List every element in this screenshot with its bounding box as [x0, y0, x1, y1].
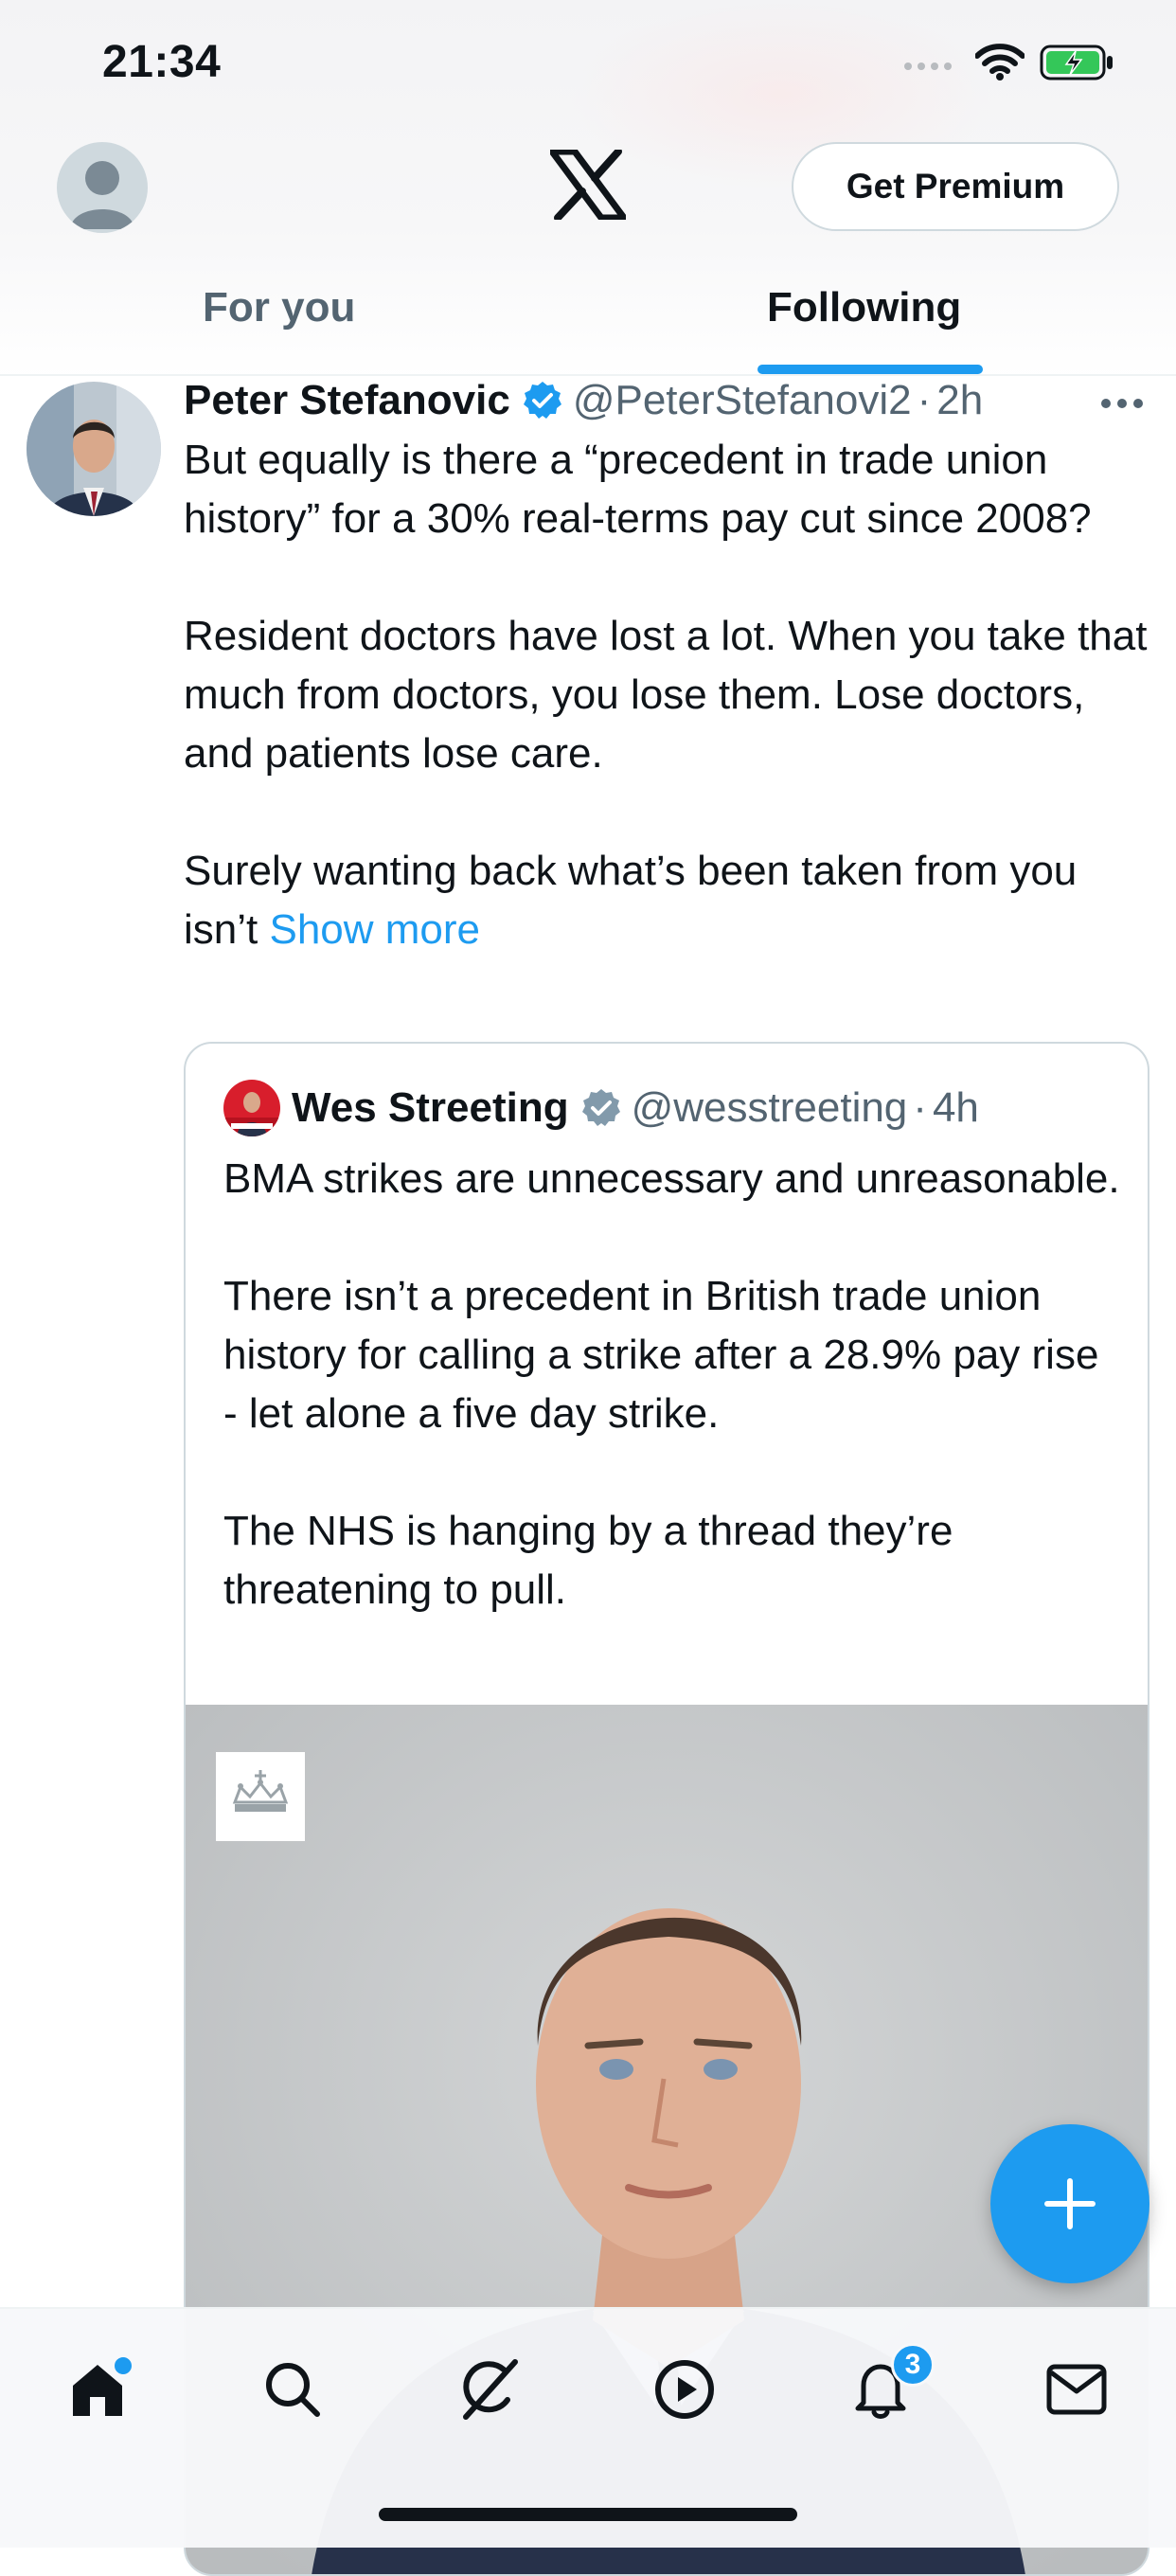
tweet-paragraph: Surely wanting back what’s been taken fr…: [184, 842, 1159, 959]
grok-icon: [463, 2359, 518, 2420]
author-handle[interactable]: @PeterStefanovi2: [573, 377, 912, 424]
nav-notifications-button[interactable]: 3: [838, 2343, 935, 2432]
default-avatar-icon: [70, 161, 134, 229]
status-time: 21:34: [102, 37, 222, 87]
verified-badge-icon: [522, 380, 563, 421]
notifications-badge: 3: [891, 2343, 935, 2387]
search-icon: [266, 2363, 320, 2417]
quoted-tweet-time: 4h: [932, 1084, 979, 1131]
compose-post-button[interactable]: [990, 2124, 1149, 2283]
wifi-icon: [975, 44, 1025, 80]
quoted-author-avatar[interactable]: [223, 1080, 280, 1136]
more-options-icon[interactable]: [1100, 398, 1144, 409]
show-more-link[interactable]: Show more: [269, 906, 480, 953]
plus-icon: [1044, 2178, 1096, 2229]
tweet-text[interactable]: But equally is there a “precedent in tra…: [184, 431, 1159, 959]
messages-icon: [1046, 2364, 1107, 2415]
get-premium-button[interactable]: Get Premium: [792, 142, 1119, 231]
meta-separator: ·: [917, 377, 932, 423]
tab-selected-indicator: [757, 365, 983, 374]
quoted-paragraph: BMA strikes are unnecessary and unreason…: [223, 1155, 1120, 1202]
tweet-paragraph: But equally is there a “precedent in tra…: [184, 437, 1092, 542]
tab-following[interactable]: Following: [767, 284, 961, 331]
author-avatar[interactable]: [27, 382, 161, 516]
quoted-paragraph: There isn’t a precedent in British trade…: [223, 1273, 1099, 1437]
x-logo-icon[interactable]: [550, 150, 626, 220]
home-indicator: [379, 2508, 797, 2521]
tweet-time[interactable]: 2h: [936, 377, 983, 424]
nav-search-button[interactable]: [250, 2347, 335, 2432]
quoted-tweet-header: Wes Streeting @wesstreeting · 4h: [223, 1080, 979, 1136]
tweet-header: Peter Stefanovic @PeterStefanovi2 · 2h: [184, 377, 983, 424]
meta-separator: ·: [913, 1084, 927, 1131]
quoted-author-handle[interactable]: @wesstreeting: [632, 1084, 908, 1132]
unread-dot: [112, 2354, 134, 2377]
government-crest-logo: [216, 1752, 305, 1841]
cellular-signal-icon: [904, 63, 952, 70]
quoted-author-name[interactable]: Wes Streeting: [292, 1084, 569, 1132]
government-verified-badge-icon: [580, 1087, 622, 1129]
video-icon: [655, 2360, 714, 2419]
tweet-paragraph: Resident doctors have lost a lot. When y…: [184, 613, 1148, 777]
tab-for-you[interactable]: For you: [203, 284, 355, 331]
divider: [0, 374, 1176, 376]
battery-icon: [1040, 45, 1113, 80]
author-name[interactable]: Peter Stefanovic: [184, 377, 510, 424]
nav-home-button[interactable]: [55, 2347, 140, 2432]
profile-avatar-button[interactable]: [57, 142, 148, 233]
quoted-tweet-text: BMA strikes are unnecessary and unreason…: [223, 1150, 1123, 1678]
nav-video-button[interactable]: [642, 2347, 727, 2432]
quoted-paragraph: The NHS is hanging by a thread they’re t…: [223, 1508, 953, 1613]
nav-grok-button[interactable]: [447, 2347, 532, 2432]
nav-messages-button[interactable]: [1034, 2347, 1119, 2432]
